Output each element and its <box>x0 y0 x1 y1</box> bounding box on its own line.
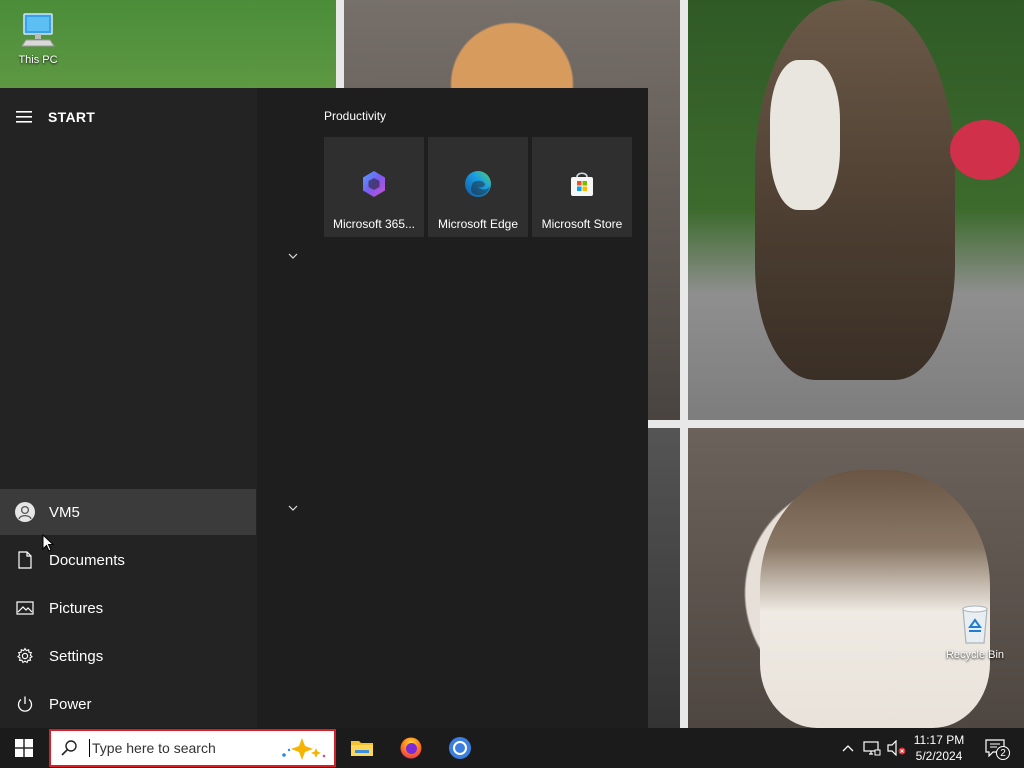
expand-chevron-button[interactable] <box>285 248 301 264</box>
start-button[interactable] <box>0 728 48 768</box>
taskbar-search-box[interactable] <box>49 729 336 767</box>
network-icon <box>863 741 881 756</box>
sidebar-item-label: VM5 <box>49 503 80 521</box>
chrome-icon <box>449 737 471 759</box>
hamburger-menu-button[interactable] <box>0 102 48 132</box>
wallpaper-cat <box>760 470 990 728</box>
sidebar-item-label: Settings <box>49 647 104 665</box>
tray-overflow-button[interactable] <box>836 728 860 768</box>
tile-microsoft-365[interactable]: Microsoft 365... <box>324 137 424 237</box>
sidebar-item-power[interactable]: Power <box>0 681 256 727</box>
start-menu: START VM5 Documents Pictures Settings Po… <box>0 88 648 728</box>
notification-count-badge: 2 <box>996 746 1010 760</box>
mouse-pointer-icon <box>42 534 54 552</box>
tile-label: Microsoft 365... <box>332 217 416 231</box>
sidebar-item-documents[interactable]: Documents <box>0 537 256 583</box>
chevron-down-icon <box>288 253 298 259</box>
edge-icon <box>465 171 491 197</box>
document-icon <box>17 551 32 569</box>
tile-microsoft-edge[interactable]: Microsoft Edge <box>428 137 528 237</box>
expand-chevron-button[interactable] <box>285 500 301 516</box>
action-center-button[interactable]: 2 <box>980 728 1010 768</box>
clock-date: 5/2/2024 <box>915 749 963 763</box>
start-menu-sidebar: START VM5 Documents Pictures Settings Po… <box>0 88 257 728</box>
start-menu-title: START <box>48 109 96 125</box>
windows-logo-icon <box>15 739 33 757</box>
store-icon <box>571 172 593 196</box>
tray-network-button[interactable] <box>860 728 884 768</box>
tile-group-title: Productivity <box>324 109 387 123</box>
sidebar-item-label: Pictures <box>49 599 104 617</box>
sidebar-item-user[interactable]: VM5 <box>0 489 256 535</box>
tile-label: Microsoft Edge <box>437 217 519 231</box>
desktop-icon-recycle-bin[interactable]: Recycle Bin <box>937 603 1013 661</box>
chevron-up-icon <box>842 745 854 752</box>
hamburger-icon <box>16 111 32 123</box>
sidebar-item-label: Power <box>49 695 92 713</box>
tile-label: Microsoft Store <box>541 217 623 231</box>
taskbar: 11:17 PM 5/2/2024 2 <box>0 728 1024 768</box>
tray-volume-button[interactable] <box>884 728 908 768</box>
start-menu-tiles-panel: Productivity Microsoft 365... Microsoft … <box>257 88 648 728</box>
recycle-bin-icon <box>962 605 988 644</box>
desktop-icon-label: Recycle Bin <box>945 649 1005 661</box>
pictures-icon <box>15 601 34 615</box>
wallpaper-flowers <box>950 120 1020 180</box>
sidebar-item-settings[interactable]: Settings <box>0 633 256 679</box>
user-avatar-icon <box>14 502 35 522</box>
clock-time: 11:17 PM <box>913 733 965 747</box>
taskbar-file-explorer[interactable] <box>338 728 386 768</box>
sidebar-item-pictures[interactable]: Pictures <box>0 585 256 631</box>
file-explorer-icon <box>351 741 373 756</box>
computer-icon <box>21 13 55 47</box>
tile-microsoft-store[interactable]: Microsoft Store <box>532 137 632 237</box>
wallpaper-cat-chest <box>770 60 840 210</box>
taskbar-chrome[interactable] <box>436 728 484 768</box>
firefox-icon <box>400 737 422 759</box>
search-input[interactable] <box>90 733 265 763</box>
system-tray <box>836 728 908 768</box>
desktop-icon-label: This PC <box>18 54 58 66</box>
start-menu-header: START <box>0 102 257 132</box>
taskbar-firefox[interactable] <box>387 728 435 768</box>
power-icon <box>17 696 32 712</box>
gear-icon <box>16 647 33 664</box>
sidebar-item-label: Documents <box>49 551 125 569</box>
taskbar-clock[interactable]: 11:17 PM 5/2/2024 <box>906 732 972 764</box>
desktop-icon-this-pc[interactable]: This PC <box>0 10 76 66</box>
microsoft-365-icon <box>363 171 385 197</box>
search-icon <box>61 740 77 756</box>
chevron-down-icon <box>288 505 298 511</box>
sparkle-icon[interactable] <box>270 737 328 761</box>
volume-muted-icon <box>887 740 906 756</box>
